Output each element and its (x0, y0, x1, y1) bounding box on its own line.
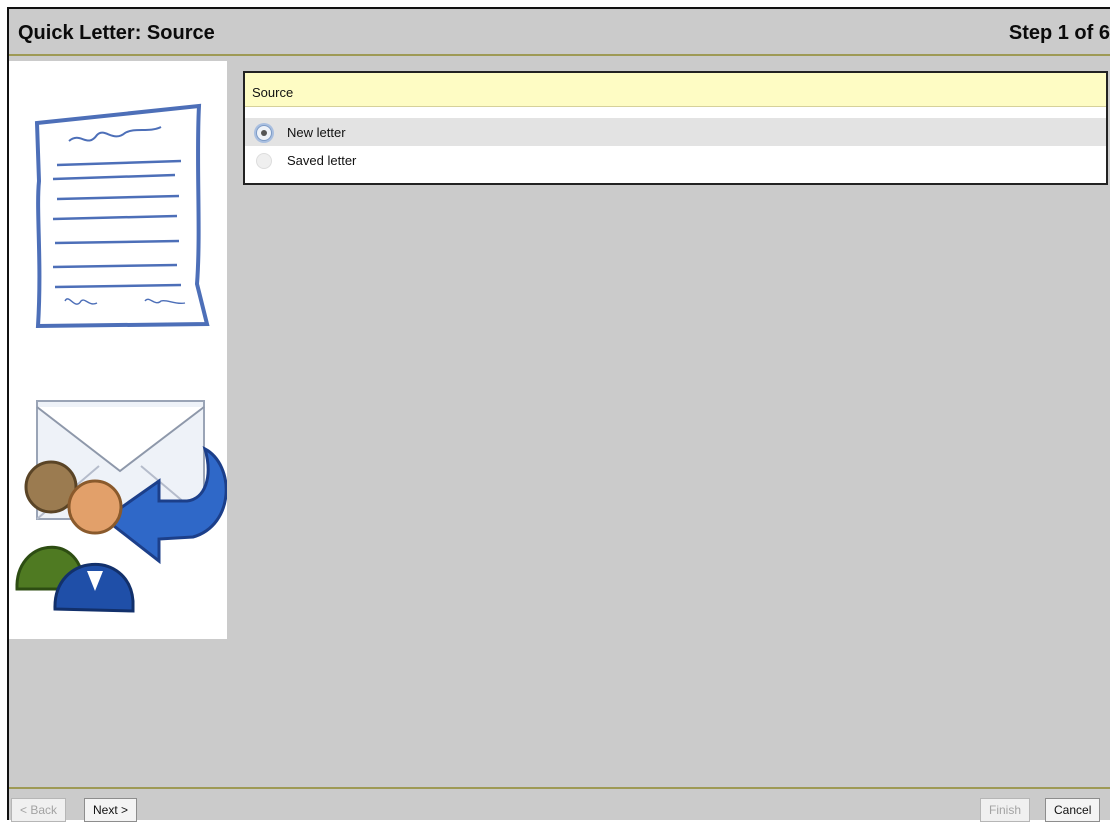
radio-new-letter[interactable] (256, 125, 272, 141)
wizard-footer: < Back Next > Finish Cancel (9, 787, 1110, 822)
option-saved-letter-label: Saved letter (287, 153, 357, 168)
option-new-letter-label: New letter (287, 125, 346, 140)
mail-contacts-icon (15, 400, 228, 613)
sidebar-art (15, 103, 228, 613)
option-saved-letter[interactable]: Saved letter (245, 146, 1106, 174)
option-new-letter[interactable]: New letter (245, 118, 1106, 146)
cancel-button[interactable]: Cancel (1045, 798, 1101, 822)
step-indicator: Step 1 of 6 (1008, 22, 1110, 44)
letter-document-icon (34, 103, 210, 329)
wizard-window: Quick Letter: Source Step 1 of 6 Source … (7, 7, 1110, 822)
next-button[interactable]: Next > (84, 798, 138, 822)
wizard-title: Quick Letter: Source (18, 22, 215, 44)
sidebar-illustration (9, 61, 228, 639)
back-button[interactable]: < Back (11, 798, 67, 822)
finish-button[interactable]: Finish (980, 798, 1031, 822)
source-panel-title: Source (245, 73, 1106, 107)
radio-saved-letter[interactable] (256, 153, 272, 169)
source-panel: Source New letter Saved letter (243, 71, 1108, 185)
wizard-header: Quick Letter: Source Step 1 of 6 (9, 9, 1110, 56)
